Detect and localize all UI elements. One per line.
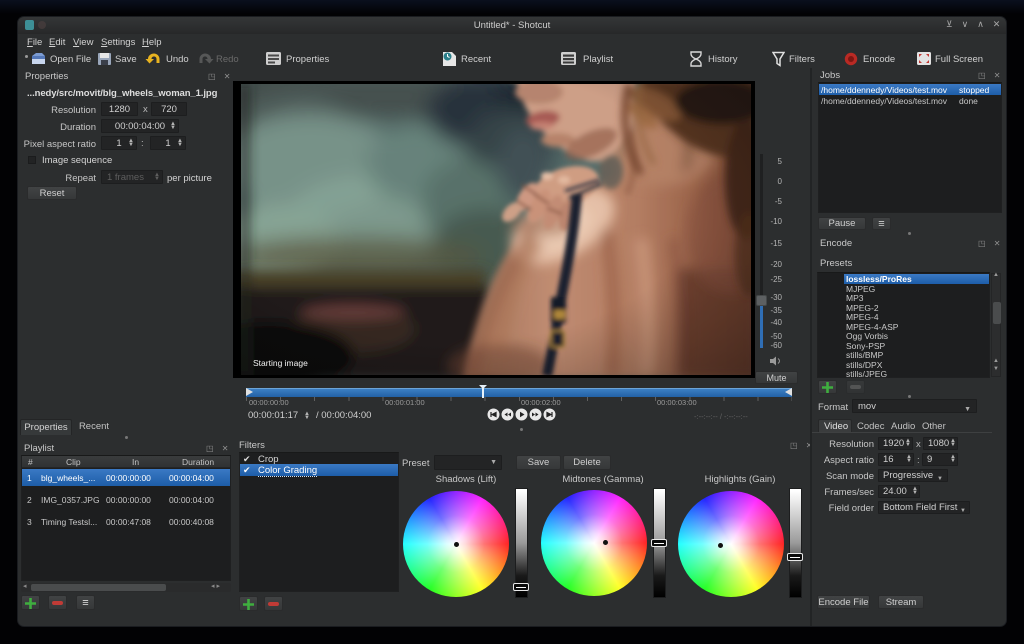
svg-text:Starting image: Starting image [253,358,308,368]
